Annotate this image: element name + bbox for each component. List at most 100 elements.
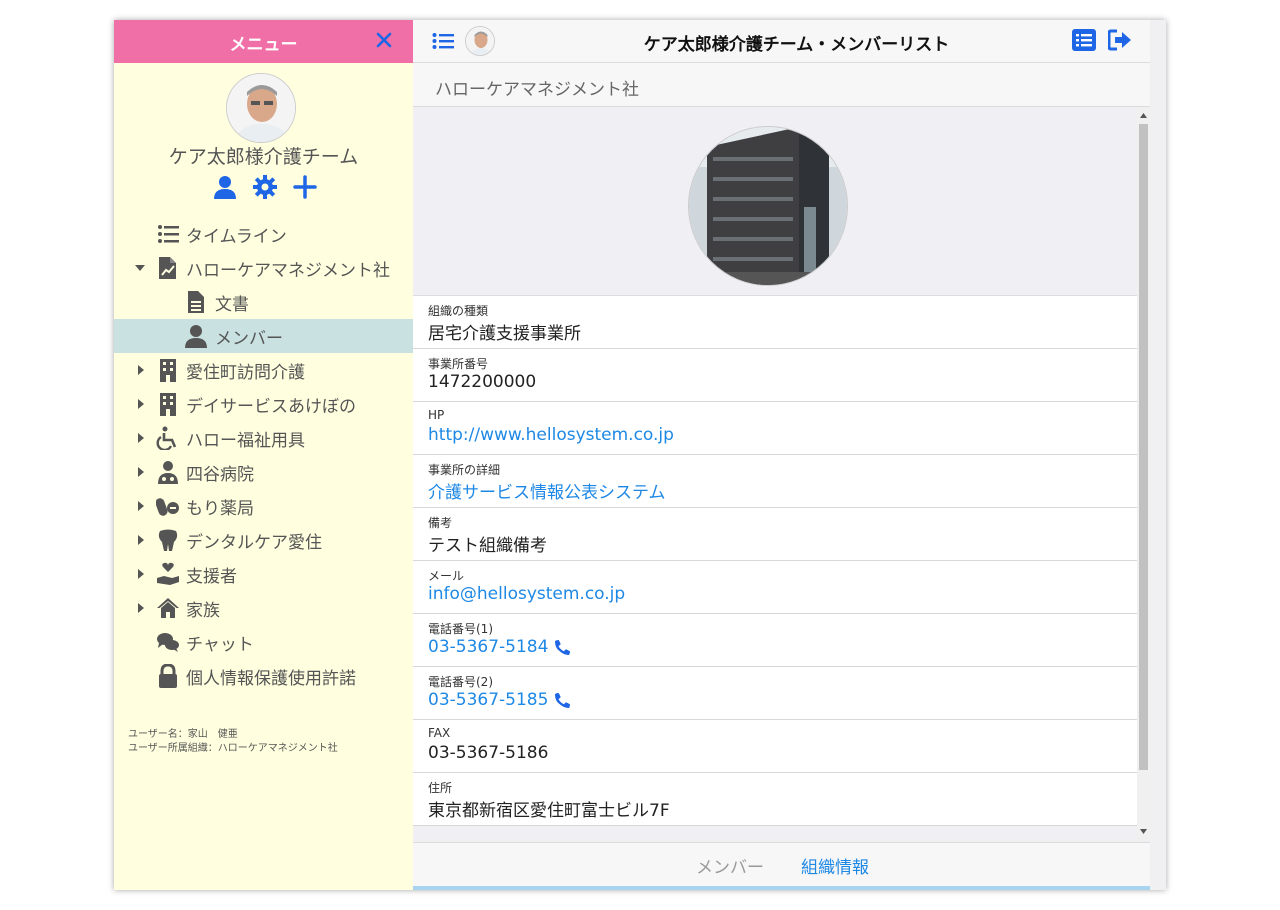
sidebar-actions [212, 174, 318, 200]
lock-icon [159, 664, 177, 688]
wheelchair-icon [156, 426, 177, 450]
user-organization: ユーザー所属組織：ハローケアマネジメント社 [128, 743, 338, 754]
chat-icon [157, 633, 179, 652]
sidebar-item-label: 支援者 [186, 566, 237, 587]
organization-photo [688, 126, 848, 286]
phone-icon[interactable] [554, 692, 571, 709]
field-address: 住所 東京都新宿区愛住町富士ビル7F [413, 773, 1137, 826]
sidebar-item-dental-care[interactable]: デンタルケア愛住 [114, 523, 413, 557]
building-icon [160, 359, 176, 382]
field-label: メール [428, 569, 465, 583]
field-phone-2: 電話番号(2) 03-5367-5185 [413, 667, 1137, 720]
file-chart-icon [159, 257, 176, 279]
sidebar-item-hello-care[interactable]: ハローケアマネジメント社 [114, 251, 413, 285]
sidebar-item-privacy-consent[interactable]: 個人情報保護使用許諾 [114, 659, 413, 693]
field-phone-1: 電話番号(1) 03-5367-5184 [413, 614, 1137, 667]
organization-bar: ハローケアマネジメント社 [413, 63, 1150, 107]
caret-right-icon[interactable] [135, 364, 145, 376]
page-title: ケア太郎様介護チーム・メンバーリスト [643, 35, 950, 55]
logout-icon[interactable] [1108, 29, 1132, 51]
sidebar-item-timeline[interactable]: タイムライン [114, 217, 413, 251]
email-link[interactable]: info@hellosystem.co.jp [428, 584, 1137, 604]
sidebar-item-label: 個人情報保護使用許諾 [186, 668, 356, 689]
field-office-details: 事業所の詳細 介護サービス情報公表システム [413, 455, 1137, 508]
homepage-link[interactable]: http://www.hellosystem.co.jp [428, 425, 1137, 445]
app-window: メニュー ケア太郎様介護チーム タイムライン ハローケアマネジメント社 文書 メ… [114, 20, 1166, 890]
field-value: 居宅介護支援事業所 [428, 324, 581, 344]
field-fax: FAX 03-5367-5186 [413, 720, 1137, 773]
sidebar-item-supporters[interactable]: 支援者 [114, 557, 413, 591]
office-details-link[interactable]: 介護サービス情報公表システム [428, 478, 1137, 503]
close-icon[interactable] [375, 29, 393, 51]
sidebar-title: メニュー [229, 35, 298, 55]
caret-right-icon[interactable] [135, 534, 145, 546]
user-icon[interactable] [212, 174, 238, 200]
field-label: 事業所番号 [428, 357, 489, 371]
sidebar-item-label: ハローケアマネジメント社 [186, 260, 390, 281]
sidebar-item-mori-pharmacy[interactable]: もり薬局 [114, 489, 413, 523]
sidebar-item-label: デイサービスあけぼの [186, 396, 356, 417]
list-view-icon[interactable] [1072, 29, 1096, 51]
tab-organization-info[interactable]: 組織情報 [801, 853, 869, 878]
sidebar-item-family[interactable]: 家族 [114, 591, 413, 625]
team-avatar [226, 73, 296, 143]
phone-2-link[interactable]: 03-5367-5185 [428, 690, 1137, 710]
bottom-tab-bar: メンバー 組織情報 [413, 842, 1150, 886]
field-office-number: 事業所番号 1472200000 [413, 349, 1137, 402]
phone-number: 03-5367-5184 [428, 637, 549, 657]
caret-down-icon[interactable] [135, 262, 145, 274]
home-icon [157, 598, 179, 618]
field-label: 住所 [428, 781, 453, 795]
user-icon [185, 325, 207, 348]
photo-area [413, 108, 1137, 296]
field-label: HP [428, 408, 445, 422]
caret-right-icon[interactable] [135, 602, 145, 614]
gear-icon[interactable] [252, 174, 278, 200]
sidebar-item-day-service[interactable]: デイサービスあけぼの [114, 387, 413, 421]
field-value: 1472200000 [428, 372, 537, 392]
sidebar-item-label: メンバー [215, 328, 283, 349]
patient-avatar[interactable] [465, 26, 495, 56]
document-icon [188, 291, 204, 313]
field-value: 03-5367-5186 [428, 743, 549, 763]
scroll-down-arrow-icon[interactable] [1140, 828, 1147, 834]
sidebar-item-label: もり薬局 [186, 498, 254, 519]
field-homepage: HP http://www.hellosystem.co.jp [413, 402, 1137, 455]
plus-icon[interactable] [292, 174, 318, 200]
phone-1-link[interactable]: 03-5367-5184 [428, 637, 1137, 657]
caret-right-icon[interactable] [135, 568, 145, 580]
sidebar-item-label: ハロー福祉用具 [186, 430, 305, 451]
scroll-up-arrow-icon[interactable] [1140, 113, 1147, 119]
organization-details: 組織の種類 居宅介護支援事業所 事業所番号 1472200000 HP http… [413, 108, 1137, 840]
menu-list-icon[interactable] [432, 31, 454, 51]
phone-icon[interactable] [554, 639, 571, 656]
sidebar-menu: メニュー ケア太郎様介護チーム タイムライン ハローケアマネジメント社 文書 メ… [114, 20, 413, 890]
tooth-icon [158, 529, 178, 551]
building-icon [160, 393, 176, 416]
field-label: FAX [428, 726, 451, 740]
sidebar-item-yotsuya-hospital[interactable]: 四谷病院 [114, 455, 413, 489]
field-label: 組織の種類 [428, 304, 489, 318]
field-label: 備考 [428, 516, 453, 530]
caret-right-icon[interactable] [135, 500, 145, 512]
field-label: 電話番号(2) [428, 675, 493, 689]
scrollbar[interactable] [1137, 108, 1150, 840]
field-value: 東京都新宿区愛住町富士ビル7F [428, 801, 670, 821]
hand-heart-icon [157, 562, 179, 585]
tab-members[interactable]: メンバー [696, 853, 764, 878]
scrollbar-thumb[interactable] [1139, 124, 1148, 770]
doctor-icon [158, 461, 178, 484]
list-icon [158, 225, 179, 243]
caret-right-icon[interactable] [135, 432, 145, 444]
sidebar-item-documents[interactable]: 文書 [114, 285, 413, 319]
caret-right-icon[interactable] [135, 398, 145, 410]
sidebar-item-label: タイムライン [186, 226, 287, 247]
sidebar-item-aizumi-home-care[interactable]: 愛住町訪問介護 [114, 353, 413, 387]
caret-right-icon[interactable] [135, 466, 145, 478]
bottom-strip [413, 886, 1150, 890]
sidebar-item-chat[interactable]: チャット [114, 625, 413, 659]
user-name: ユーザー名：家山 健亜 [128, 729, 238, 740]
sidebar-item-welfare-equipment[interactable]: ハロー福祉用具 [114, 421, 413, 455]
sidebar-item-members[interactable]: メンバー [114, 319, 413, 353]
content-padding [413, 826, 1137, 840]
